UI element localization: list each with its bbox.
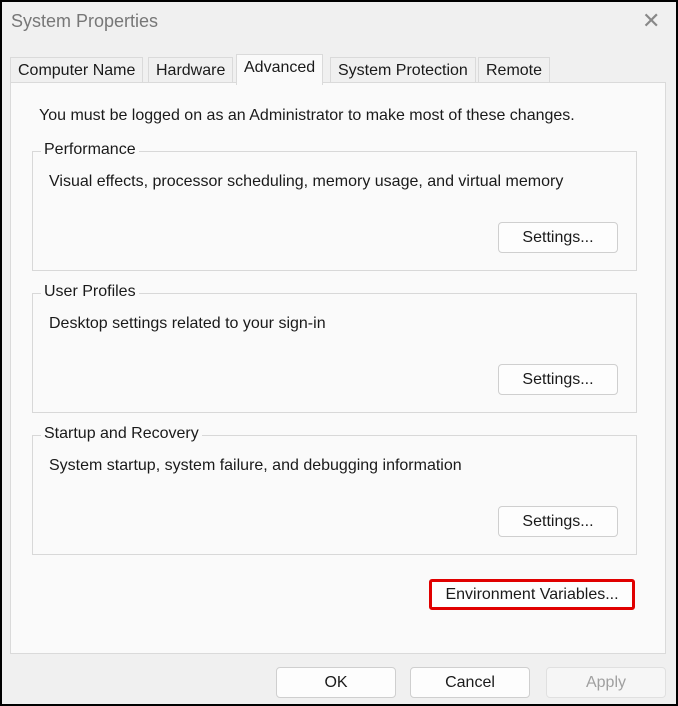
group-description: System startup, system failure, and debu…: [49, 457, 462, 474]
window-title: System Properties: [11, 11, 159, 31]
apply-button[interactable]: Apply: [546, 667, 666, 698]
tab-system-protection[interactable]: System Protection: [330, 57, 476, 84]
tab-hardware[interactable]: Hardware: [148, 57, 234, 84]
group-label: User Profiles: [41, 283, 139, 301]
cancel-button[interactable]: Cancel: [410, 667, 530, 698]
group-description: Desktop settings related to your sign-in: [49, 315, 326, 332]
performance-settings-button[interactable]: Settings...: [498, 222, 618, 253]
user-profiles-settings-button[interactable]: Settings...: [498, 364, 618, 395]
close-icon[interactable]: ✕: [642, 8, 660, 34]
group-description: Visual effects, processor scheduling, me…: [49, 173, 564, 190]
performance-group: Performance Visual effects, processor sc…: [32, 141, 637, 271]
group-label: Performance: [41, 141, 139, 159]
system-properties-window: System Properties ✕ Computer Name Hardwa…: [2, 2, 676, 704]
tab-computer-name[interactable]: Computer Name: [10, 57, 144, 84]
user-profiles-group: User Profiles Desktop settings related t…: [32, 283, 637, 413]
advanced-panel: You must be logged on as an Administrato…: [10, 82, 666, 654]
tab-remote[interactable]: Remote: [478, 57, 551, 84]
startup-recovery-group: Startup and Recovery System startup, sys…: [32, 425, 637, 555]
environment-variables-button[interactable]: Environment Variables...: [429, 579, 635, 610]
ok-button[interactable]: OK: [276, 667, 396, 698]
tab-advanced[interactable]: Advanced: [236, 54, 324, 85]
admin-note: You must be logged on as an Administrato…: [39, 107, 575, 124]
startup-recovery-settings-button[interactable]: Settings...: [498, 506, 618, 537]
group-label: Startup and Recovery: [41, 425, 202, 443]
